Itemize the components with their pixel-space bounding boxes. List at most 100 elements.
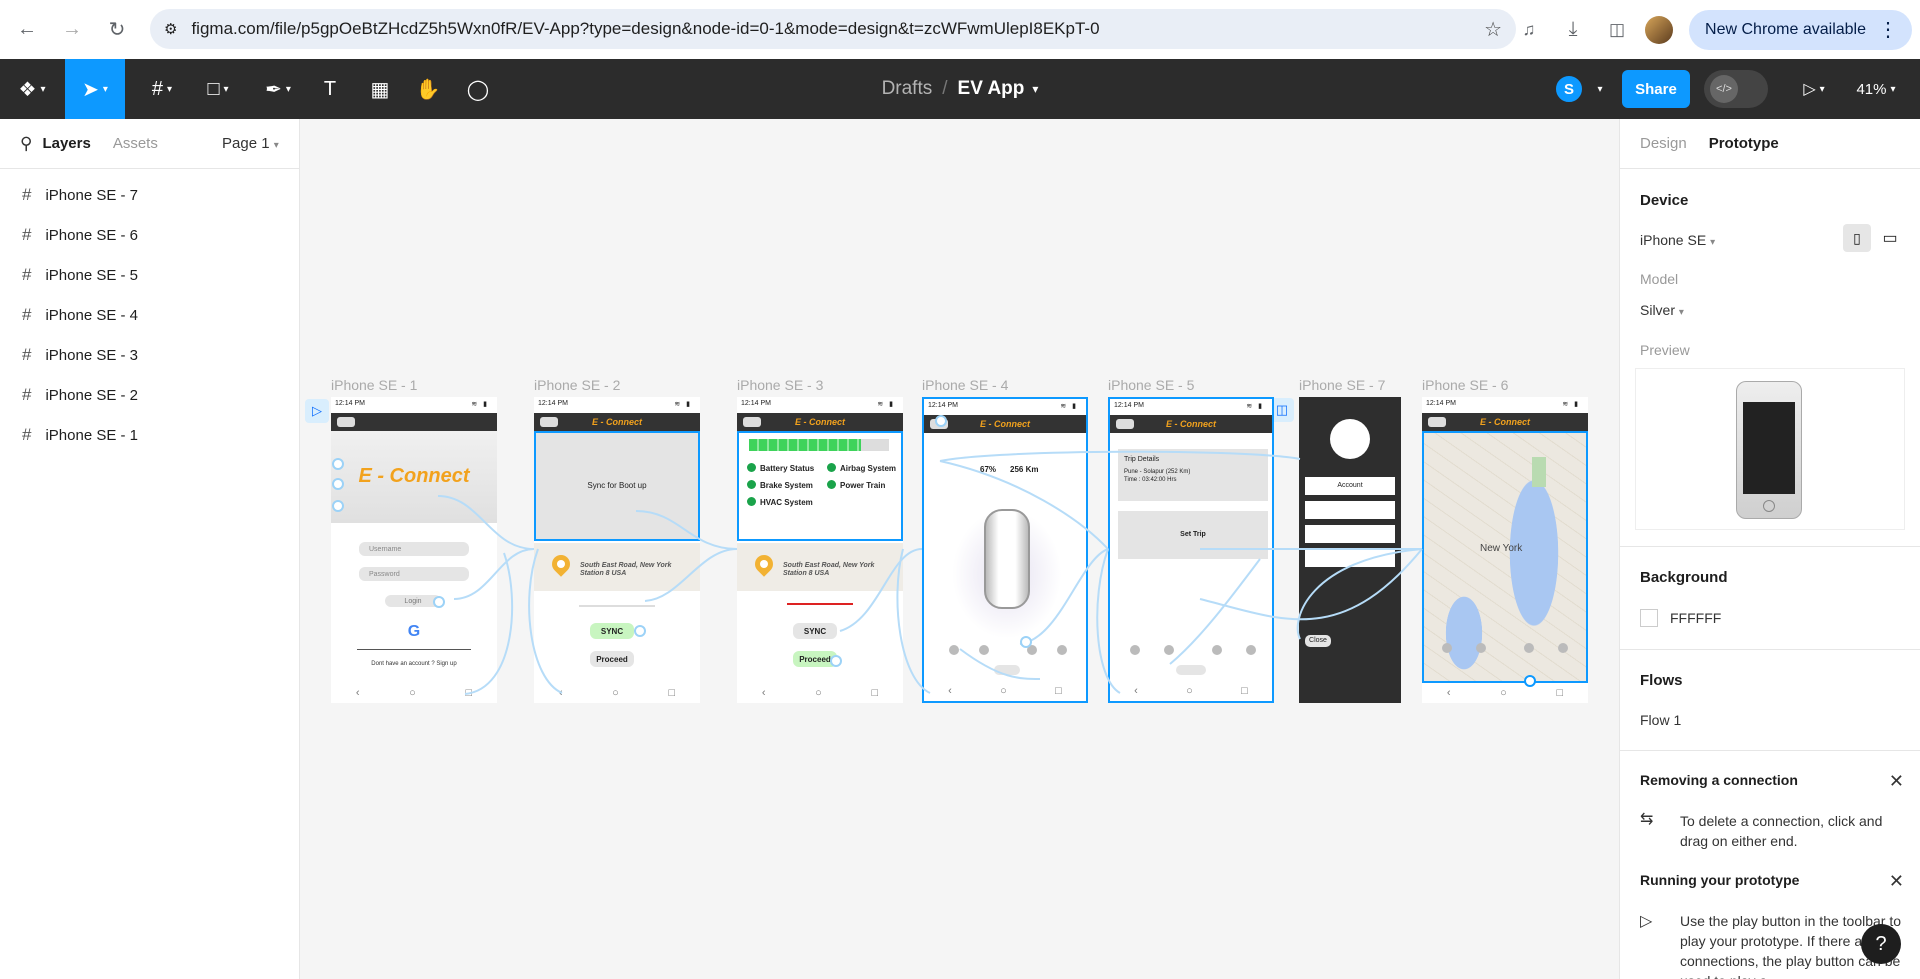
- layer-item[interactable]: # iPhone SE - 2: [0, 375, 299, 415]
- nav-home-icon[interactable]: ○: [1000, 685, 1007, 697]
- design-canvas[interactable]: iPhone SE - 1 iPhone SE - 2 iPhone SE - …: [300, 119, 1619, 979]
- connection-handle[interactable]: [433, 596, 445, 608]
- more-menu-icon[interactable]: ⋮: [1878, 17, 1898, 42]
- connection-handle[interactable]: [332, 478, 344, 490]
- frame-iphone-se-5[interactable]: 12:14 PM ≋ ▮ E - Connect Trip Details Pun…: [1108, 397, 1274, 703]
- portrait-orientation-icon[interactable]: ▯: [1843, 224, 1871, 252]
- layer-item[interactable]: # iPhone SE - 6: [0, 215, 299, 255]
- model-select[interactable]: Silver ▾: [1640, 302, 1684, 318]
- frame-label[interactable]: iPhone SE - 5: [1108, 377, 1194, 393]
- zoom-menu[interactable]: 41% ▾: [1848, 59, 1904, 119]
- layer-item[interactable]: # iPhone SE - 5: [0, 255, 299, 295]
- drafts-link[interactable]: Drafts: [882, 78, 933, 100]
- connection-handle[interactable]: [1524, 675, 1536, 687]
- text-tool-icon[interactable]: T: [310, 59, 350, 119]
- close-icon[interactable]: ✕: [1889, 771, 1904, 792]
- avatar-menu-chevron-icon[interactable]: ▾: [1590, 59, 1610, 119]
- new-chrome-button[interactable]: New Chrome available ⋮: [1689, 9, 1912, 50]
- connection-handle[interactable]: [935, 415, 947, 427]
- forward-icon[interactable]: →: [54, 11, 90, 47]
- side-panel-icon[interactable]: ◫: [1599, 12, 1635, 48]
- nav-recent-icon[interactable]: □: [872, 687, 879, 699]
- file-name[interactable]: EV App: [958, 78, 1025, 100]
- resources-tool-icon[interactable]: ▦: [360, 59, 400, 119]
- page-selector[interactable]: Page 1 ▾: [222, 135, 279, 152]
- frame-iphone-se-6[interactable]: 12:14 PM ≋ ▮ E - Connect New York ‹ ○ □: [1422, 397, 1588, 703]
- bookmark-star-icon[interactable]: ☆: [1484, 17, 1502, 42]
- nav-home-icon[interactable]: ○: [1500, 687, 1507, 699]
- tab-assets[interactable]: Assets: [113, 135, 158, 152]
- landscape-orientation-icon[interactable]: ▭: [1876, 224, 1904, 252]
- layer-item[interactable]: # iPhone SE - 7: [0, 175, 299, 215]
- dev-mode-toggle[interactable]: </>: [1704, 70, 1768, 108]
- tab-design[interactable]: Design: [1640, 135, 1687, 152]
- present-play-icon[interactable]: ▷ ▾: [1792, 59, 1836, 119]
- nav-home-icon[interactable]: ○: [612, 687, 619, 699]
- signup-link[interactable]: Dont have an account ? Sign up: [331, 661, 497, 667]
- nav-recent-icon[interactable]: □: [1055, 685, 1062, 697]
- connection-handle[interactable]: [332, 500, 344, 512]
- tab-layers[interactable]: Layers: [42, 135, 90, 152]
- reload-icon[interactable]: ↻: [99, 11, 135, 47]
- back-icon[interactable]: ←: [9, 11, 45, 47]
- menu-field[interactable]: [1305, 549, 1395, 567]
- username-field[interactable]: Username: [359, 542, 469, 556]
- frame-label[interactable]: iPhone SE - 2: [534, 377, 620, 393]
- frame-label[interactable]: iPhone SE - 3: [737, 377, 823, 393]
- account-button[interactable]: Account: [1305, 477, 1395, 495]
- comment-tool-icon[interactable]: ◯: [458, 59, 498, 119]
- frame-label[interactable]: iPhone SE - 1: [331, 377, 417, 393]
- nav-recent-icon[interactable]: □: [669, 687, 676, 699]
- help-button[interactable]: ?: [1861, 924, 1901, 964]
- frame-iphone-se-7[interactable]: Account Close: [1299, 397, 1401, 703]
- nav-recent-icon[interactable]: □: [1241, 685, 1248, 697]
- layer-item[interactable]: # iPhone SE - 1: [0, 415, 299, 455]
- media-icon[interactable]: ♫: [1511, 12, 1547, 48]
- flow-starting-point-icon[interactable]: ▷: [305, 399, 329, 423]
- share-button[interactable]: Share: [1622, 70, 1690, 108]
- connection-handle[interactable]: [634, 625, 646, 637]
- nav-home-icon[interactable]: ○: [815, 687, 822, 699]
- site-settings-icon[interactable]: ⚙: [164, 20, 177, 38]
- layer-item[interactable]: # iPhone SE - 4: [0, 295, 299, 335]
- frame-label[interactable]: iPhone SE - 6: [1422, 377, 1508, 393]
- download-icon[interactable]: ⤓: [1555, 12, 1591, 48]
- tab-prototype[interactable]: Prototype: [1709, 135, 1779, 152]
- frame-label[interactable]: iPhone SE - 4: [922, 377, 1008, 393]
- menu-field[interactable]: [1305, 525, 1395, 543]
- layer-item[interactable]: # iPhone SE - 3: [0, 335, 299, 375]
- nav-back-icon[interactable]: ‹: [559, 687, 563, 699]
- nav-home-icon[interactable]: ○: [409, 687, 416, 699]
- address-bar[interactable]: ⚙ figma.com/file/p5gpOeBtZHcdZ5h5Wxn0fR/…: [150, 9, 1516, 49]
- shape-tool-icon[interactable]: □ ▾: [196, 59, 240, 119]
- user-avatar[interactable]: S: [1554, 74, 1584, 104]
- close-button[interactable]: Close: [1305, 635, 1331, 647]
- password-field[interactable]: Password: [359, 567, 469, 581]
- profile-avatar[interactable]: [1645, 15, 1674, 44]
- sync-button[interactable]: SYNC: [590, 623, 634, 639]
- background-hex[interactable]: FFFFFF: [1670, 610, 1721, 626]
- proceed-button[interactable]: Proceed: [590, 651, 634, 667]
- menu-pill[interactable]: [337, 417, 355, 427]
- nav-home-icon[interactable]: ○: [1186, 685, 1193, 697]
- file-menu-chevron-icon[interactable]: ▾: [1032, 82, 1038, 96]
- nav-back-icon[interactable]: ‹: [948, 685, 952, 697]
- sync-button[interactable]: SYNC: [793, 623, 837, 639]
- frame-iphone-se-1[interactable]: 12:14 PM ≋ ▮ E - Connect Username Passwor…: [331, 397, 497, 703]
- frame-iphone-se-4[interactable]: 12:14 PM ≋ ▮ E - Connect 67% 256 Km ‹ ○ □: [922, 397, 1088, 703]
- nav-back-icon[interactable]: ‹: [762, 687, 766, 699]
- nav-back-icon[interactable]: ‹: [356, 687, 360, 699]
- search-icon[interactable]: ⚲: [20, 134, 32, 154]
- frame-tool-icon[interactable]: # ▾: [140, 59, 184, 119]
- close-icon[interactable]: ✕: [1889, 871, 1904, 892]
- nav-back-icon[interactable]: ‹: [1134, 685, 1138, 697]
- frame-iphone-se-2[interactable]: 12:14 PM ≋ ▮ E - Connect Sync for Boot up…: [534, 397, 700, 703]
- connection-handle[interactable]: [830, 655, 842, 667]
- background-color-swatch[interactable]: [1640, 609, 1658, 627]
- nav-back-icon[interactable]: ‹: [1447, 687, 1451, 699]
- action-button[interactable]: [994, 665, 1020, 675]
- frame-label[interactable]: iPhone SE - 7: [1299, 377, 1385, 393]
- flow-item[interactable]: Flow 1: [1640, 712, 1681, 728]
- menu-field[interactable]: [1305, 501, 1395, 519]
- google-icon[interactable]: G: [331, 623, 497, 641]
